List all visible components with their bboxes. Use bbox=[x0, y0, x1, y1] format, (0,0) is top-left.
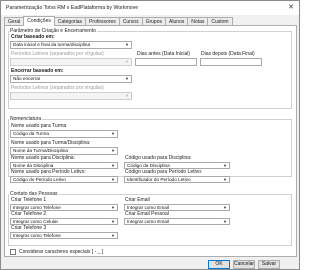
days-after-label: Dias depois (Data Final) bbox=[201, 51, 255, 57]
phone2-select[interactable]: Integrar como Celular ▼ bbox=[10, 218, 118, 225]
title-bar: Parametrização Totvs RM x EadPlataforma … bbox=[1, 1, 299, 15]
special-chars-checkbox[interactable] bbox=[10, 249, 16, 255]
chevron-down-icon: ▼ bbox=[125, 76, 129, 81]
email-value: Integrar como Email bbox=[127, 205, 169, 210]
chevron-down-icon: ▼ bbox=[223, 163, 227, 168]
periods2-input[interactable]: ▼ bbox=[10, 92, 132, 100]
periods-input[interactable]: ▼ bbox=[10, 58, 132, 66]
create-based-on-select[interactable]: Data inicial e final da turma/disciplina… bbox=[10, 41, 132, 49]
chevron-down-icon: ▼ bbox=[125, 59, 129, 64]
personal-email-label: Criar Email Pessoal bbox=[125, 211, 169, 217]
chevron-down-icon: ▼ bbox=[111, 219, 115, 224]
phone2-label: Criar Telefone 2 bbox=[11, 211, 47, 217]
phone1-value: Integrar como Telefone bbox=[13, 205, 61, 210]
window-title: Parametrização Totvs RM x EadPlataforma … bbox=[6, 5, 139, 11]
disc-name-value: Nome da Disciplina bbox=[13, 163, 54, 168]
turma-disc-select[interactable]: Nome da Turma/Disciplina ▼ bbox=[10, 147, 118, 155]
turma-disc-value: Nome da Turma/Disciplina bbox=[13, 148, 68, 153]
nomenclature-group-label: Nomenclatura bbox=[9, 116, 43, 122]
chevron-down-icon: ▼ bbox=[111, 131, 115, 136]
phone3-label: Criar Telefone 3 bbox=[11, 225, 47, 231]
close-based-on-value: Não encerrar bbox=[13, 76, 41, 81]
close-based-on-select[interactable]: Não encerrar ▼ bbox=[10, 75, 132, 83]
email-select[interactable]: Integrar como Email ▼ bbox=[124, 204, 230, 211]
phone2-value: Integrar como Celular bbox=[13, 219, 59, 224]
ok-button[interactable]: OK bbox=[208, 260, 230, 269]
chevron-down-icon: ▼ bbox=[111, 177, 115, 182]
chevron-down-icon: ▼ bbox=[223, 219, 227, 224]
turma-disc-label: Nome usado para Turma/Disciplina: bbox=[11, 140, 91, 146]
chevron-down-icon: ▼ bbox=[223, 177, 227, 182]
chevron-down-icon: ▼ bbox=[111, 163, 115, 168]
period-name-value: Código do Período Letivo bbox=[13, 177, 66, 182]
days-before-input[interactable] bbox=[135, 58, 197, 66]
chevron-down-icon: ▼ bbox=[125, 42, 129, 47]
period-name-label: Nome usado para Período Letivo: bbox=[11, 169, 86, 175]
special-chars-label: Considerar caracteres especiais [ - _ ] bbox=[19, 249, 104, 255]
chevron-down-icon: ▼ bbox=[111, 148, 115, 153]
personal-email-select[interactable]: Integrar como Email ▼ bbox=[124, 218, 230, 225]
email-label: Criar Email bbox=[125, 197, 150, 203]
turma-name-label: Nome usado para Turma bbox=[11, 123, 67, 129]
disc-name-label: Nome usado para Disciplina: bbox=[11, 155, 75, 161]
close-based-on-label: Encerrar baseado em: bbox=[11, 68, 64, 74]
periods-label: Períodos Letivos (separados por vírgulas… bbox=[11, 51, 104, 57]
save-button[interactable]: Salvar bbox=[258, 260, 280, 269]
chevron-down-icon: ▼ bbox=[111, 233, 115, 238]
disc-code-value: Código da Disciplina bbox=[127, 163, 170, 168]
create-based-on-value: Data inicial e final da turma/disciplina bbox=[13, 42, 91, 47]
parametrization-window: Parametrização Totvs RM x EadPlataforma … bbox=[0, 0, 300, 270]
turma-name-select[interactable]: Código da Turma ▼ bbox=[10, 130, 118, 138]
phone3-value: Integrar como Telefone bbox=[13, 233, 61, 238]
chevron-down-icon: ▼ bbox=[223, 205, 227, 210]
period-code-label: Código usado para Período Letivo: bbox=[125, 169, 203, 175]
period-name-select[interactable]: Código do Período Letivo ▼ bbox=[10, 176, 118, 183]
create-based-on-label: Criar baseado em: bbox=[11, 34, 55, 40]
tab-panel-condicoes: Parâmetro de Criação e Encerramento Cria… bbox=[4, 25, 297, 257]
tab-condicoes[interactable]: Condições bbox=[23, 16, 55, 26]
phone3-select[interactable]: Integrar como Telefone ▼ bbox=[10, 232, 118, 239]
chevron-down-icon: ▼ bbox=[111, 205, 115, 210]
disc-name-select[interactable]: Nome da Disciplina ▼ bbox=[10, 162, 118, 169]
period-code-value: Identificador do Período Letivo bbox=[127, 177, 191, 182]
periods2-label: Períodos Letivos (separados por vírgulas… bbox=[11, 85, 104, 91]
chevron-down-icon: ▼ bbox=[125, 93, 129, 98]
personal-email-value: Integrar como Email bbox=[127, 219, 169, 224]
disc-code-label: Código usado para Disciplina: bbox=[125, 155, 192, 161]
turma-name-value: Código da Turma bbox=[13, 131, 49, 136]
disc-code-select[interactable]: Código da Disciplina ▼ bbox=[124, 162, 230, 169]
phone1-label: Criar Telefone 1 bbox=[11, 197, 47, 203]
days-before-label: Dias antes (Data Inicial) bbox=[137, 51, 191, 57]
phone1-select[interactable]: Integrar como Telefone ▼ bbox=[10, 204, 118, 211]
close-icon[interactable]: ✕ bbox=[286, 3, 296, 12]
period-code-select[interactable]: Identificador do Período Letivo ▼ bbox=[124, 176, 230, 183]
cancel-button[interactable]: Cancelar bbox=[233, 260, 255, 269]
days-after-input[interactable] bbox=[200, 58, 262, 66]
